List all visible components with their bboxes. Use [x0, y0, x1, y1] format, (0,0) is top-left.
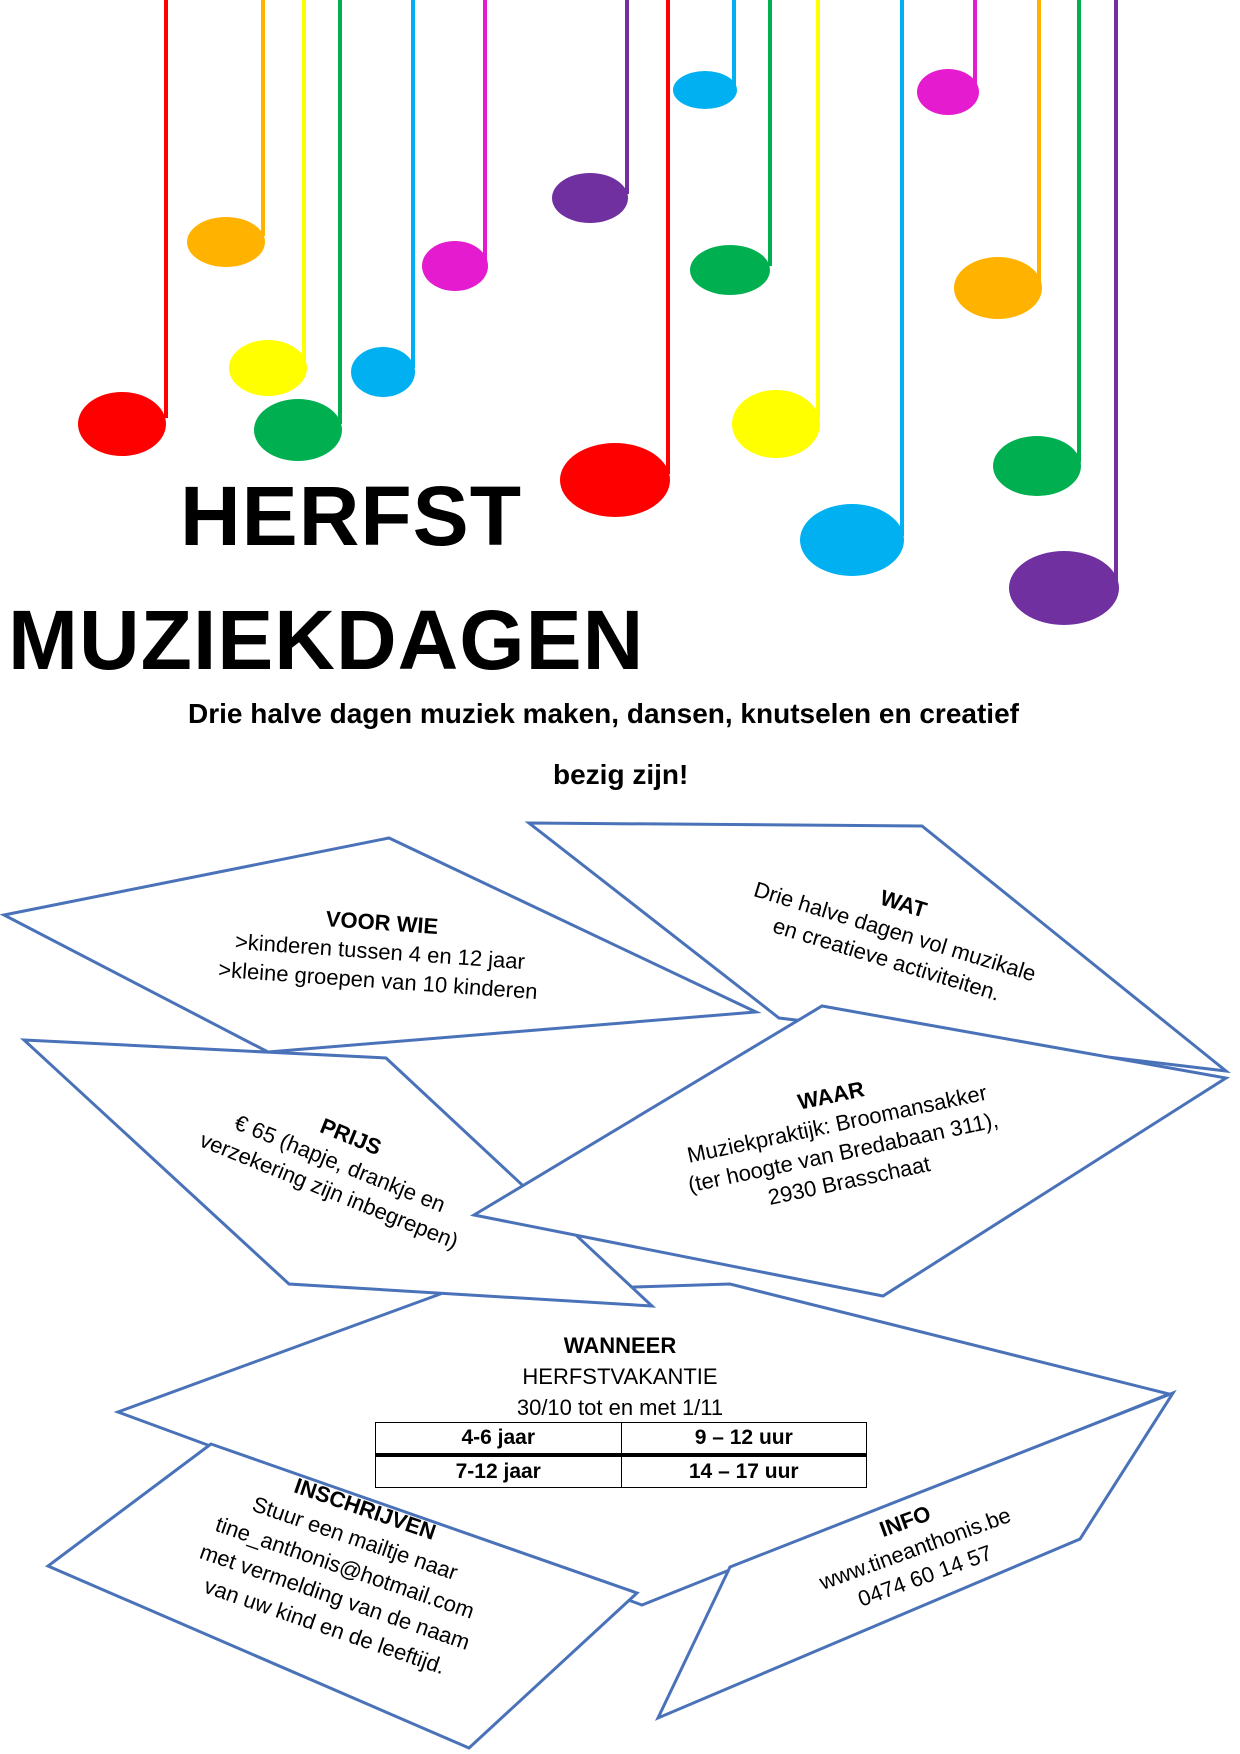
schedule-time: 9 – 12 uur: [620, 1422, 867, 1457]
info-shapes: [0, 821, 1232, 1750]
wanneer-heading: WANNEER: [563, 1333, 677, 1358]
wanneer-block: WANNEER HERFSTVAKANTIE 30/10 tot en met …: [470, 1330, 770, 1423]
wanneer-line-2: 30/10 tot en met 1/11: [516, 1395, 724, 1420]
schedule-table: 4-6 jaar 9 – 12 uur 7-12 jaar 14 – 17 uu…: [375, 1422, 867, 1488]
schedule-row: 4-6 jaar 9 – 12 uur: [375, 1422, 867, 1457]
schedule-age: 7-12 jaar: [375, 1454, 622, 1488]
wanneer-line-1: HERFSTVAKANTIE: [522, 1364, 718, 1389]
schedule-time: 14 – 17 uur: [620, 1454, 867, 1488]
schedule-age: 4-6 jaar: [375, 1422, 622, 1457]
schedule-row: 7-12 jaar 14 – 17 uur: [375, 1454, 867, 1488]
